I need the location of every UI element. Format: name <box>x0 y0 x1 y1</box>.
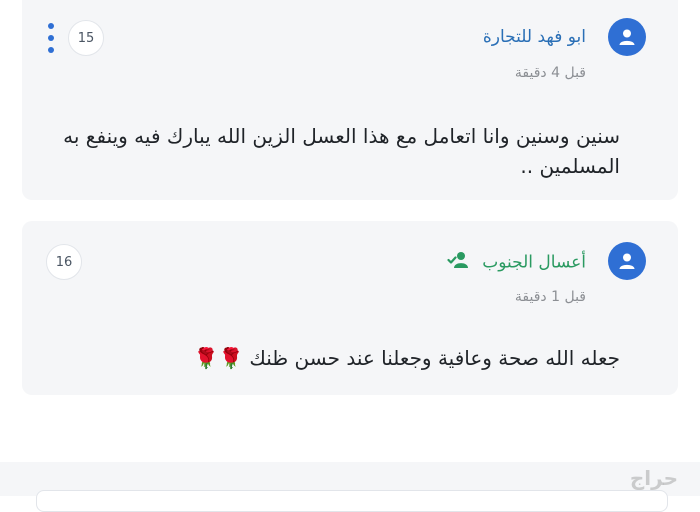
user-check-icon <box>447 251 469 274</box>
more-vertical-icon[interactable] <box>46 23 56 53</box>
rose-emoji: 🌹🌹 <box>193 346 244 370</box>
watermark-logo: حراج <box>629 466 678 490</box>
reply-input-box[interactable] <box>36 490 668 512</box>
author-name[interactable]: ابو فهد للتجارة <box>483 27 586 47</box>
comment-card: ابو فهد للتجارة قبل 4 دقيقة 15 سنين وسني… <box>22 0 678 200</box>
author-name[interactable]: أعسال الجنوب <box>482 253 586 273</box>
avatar[interactable] <box>608 18 646 56</box>
comment-text-container: جعله الله صحة وعافية وجعلنا عند حسن ظنك🌹… <box>52 343 620 373</box>
user-icon <box>619 29 635 45</box>
comment-number-badge: 15 <box>68 20 104 56</box>
avatar[interactable] <box>608 242 646 280</box>
comment-time: قبل 1 دقيقة <box>514 289 586 305</box>
user-icon <box>619 253 635 269</box>
comment-card: أعسال الجنوب قبل 1 دقيقة 16 جعله الله صح… <box>22 221 678 395</box>
comment-time: قبل 4 دقيقة <box>514 65 586 81</box>
comment-author[interactable]: ابو فهد للتجارة <box>483 27 586 47</box>
comment-text: جعله الله صحة وعافية وجعلنا عند حسن ظنك <box>249 346 620 370</box>
comment-author[interactable]: أعسال الجنوب <box>447 251 586 274</box>
comment-text: سنين وسنين وانا اتعامل مع هذا العسل الزي… <box>63 124 620 178</box>
comment-number-badge: 16 <box>46 244 82 280</box>
